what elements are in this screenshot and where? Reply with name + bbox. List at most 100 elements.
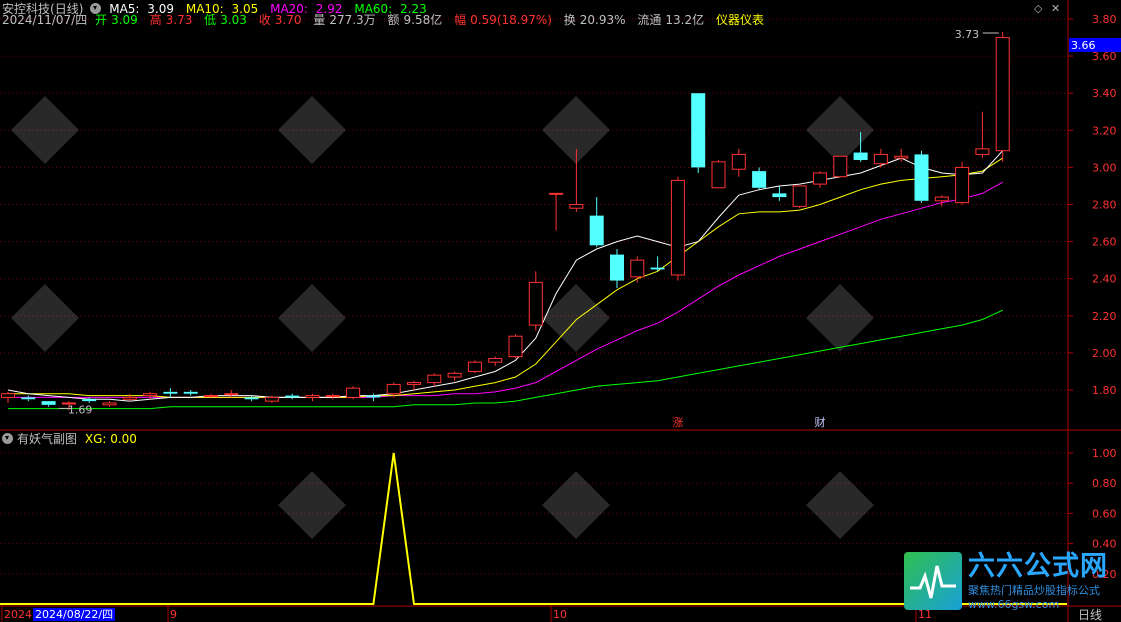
industry-tag[interactable]: 仪器仪表 [716,13,764,27]
candle[interactable] [488,356,503,366]
candle[interactable] [711,159,726,189]
candle[interactable] [447,371,462,381]
candle[interactable] [143,391,158,400]
price-tick-label: 2.60 [1092,236,1117,249]
ma10-line [8,157,1003,398]
candle[interactable] [670,176,685,281]
watermark-shape [278,284,346,352]
candle[interactable] [427,373,442,387]
candle[interactable] [731,148,746,177]
candle-body [122,396,137,400]
diamond-icon[interactable]: ◇ [1034,2,1042,15]
candle[interactable] [833,155,848,178]
selected-date: 2024/08/22/四 [33,608,116,621]
candle-body [589,215,604,246]
candle[interactable] [183,390,198,396]
candle[interactable] [407,380,421,390]
watermark-shape [542,284,610,352]
watermark-tile [542,471,610,539]
candle-body [833,155,848,178]
candle[interactable] [467,360,482,374]
price-tick-label: 2.20 [1092,310,1117,323]
candle[interactable] [650,256,665,272]
event-marker-cai: 财 [815,415,826,429]
watermark-shape [11,96,79,164]
close-price: 收 3.70 [258,13,302,27]
candle[interactable] [975,111,990,159]
candle[interactable] [752,167,767,190]
watermark-shape [278,96,346,164]
candle[interactable] [792,185,807,209]
brand-url: www.66gsw.com [968,598,1060,611]
candle[interactable] [21,395,36,402]
candle-body [427,374,442,384]
candle[interactable] [873,148,888,168]
xg-value: XG: 0.00 [84,432,137,446]
candle[interactable] [82,397,97,403]
candle-body [264,396,279,402]
quote-date: 2024/11/07/四 [2,13,88,27]
candle[interactable] [610,249,624,288]
candle[interactable] [528,271,543,331]
brand-slogan: 聚焦热门精品炒股指标公式 [968,584,1100,597]
price-tick-label: 2.00 [1092,347,1117,360]
candle[interactable] [1,391,15,403]
candle-body [467,361,482,372]
ma20-line [8,181,1003,398]
candle[interactable] [772,185,787,201]
candle-body [995,37,1010,152]
watermark-shape [806,471,874,539]
candle[interactable] [995,31,1010,162]
candle[interactable] [934,195,949,207]
candle[interactable] [204,393,218,398]
moving-average-lines [7,150,1004,410]
candle[interactable] [589,197,604,248]
watermark-shape [806,284,874,352]
candlesticks[interactable] [1,31,1010,411]
candle-body [366,395,381,398]
price-tick-label: 3.00 [1092,161,1117,174]
candle-body [508,335,523,358]
candle[interactable] [508,334,523,359]
price-tick-label: 3.20 [1092,124,1117,137]
candle[interactable] [955,161,970,205]
candle-body [528,281,543,326]
candle[interactable] [691,93,706,173]
candle-body [772,193,787,198]
dropdown-icon[interactable] [2,433,13,444]
sub-chart-title[interactable]: 有妖气副图 [17,432,77,446]
price-tick-label: 3.80 [1092,13,1117,26]
amount: 额 9.58亿 [387,13,443,27]
date-tick-label: 10 [553,608,567,621]
current-price-label: 3.66 [1071,39,1096,52]
price-tick-label: 3.60 [1092,50,1117,63]
volume: 量 277.3万 [313,13,376,27]
candle[interactable] [122,393,137,402]
close-icon[interactable]: ✕ [1051,2,1060,15]
low-price-annotation: 1.69 [68,403,93,416]
candle[interactable] [914,150,929,203]
stock-chart[interactable]: 3.80 3.60 3.40 3.20 3.00 2.80 2.60 2.40 2.20 2.00… [0,0,1121,622]
candle-body [183,391,198,394]
candle[interactable] [224,390,239,398]
candle[interactable] [41,401,56,407]
candle[interactable] [102,401,117,407]
candle[interactable] [813,171,827,188]
candle[interactable] [305,393,320,402]
candle[interactable] [325,393,340,400]
watermark-shape [11,284,79,352]
candle-body [163,391,178,394]
chart-logo-icon [904,552,962,610]
candle-body [1,393,15,398]
candle[interactable] [346,386,361,400]
candle[interactable] [285,393,300,400]
candle-body [386,383,401,395]
candle-body [305,395,320,398]
candle[interactable] [549,192,564,231]
candle[interactable] [163,388,178,398]
candle-body [670,179,685,276]
candle-body [82,399,97,402]
candle-body [407,382,421,385]
candle-body [41,401,56,405]
price-tick-label: 2.40 [1092,273,1117,286]
